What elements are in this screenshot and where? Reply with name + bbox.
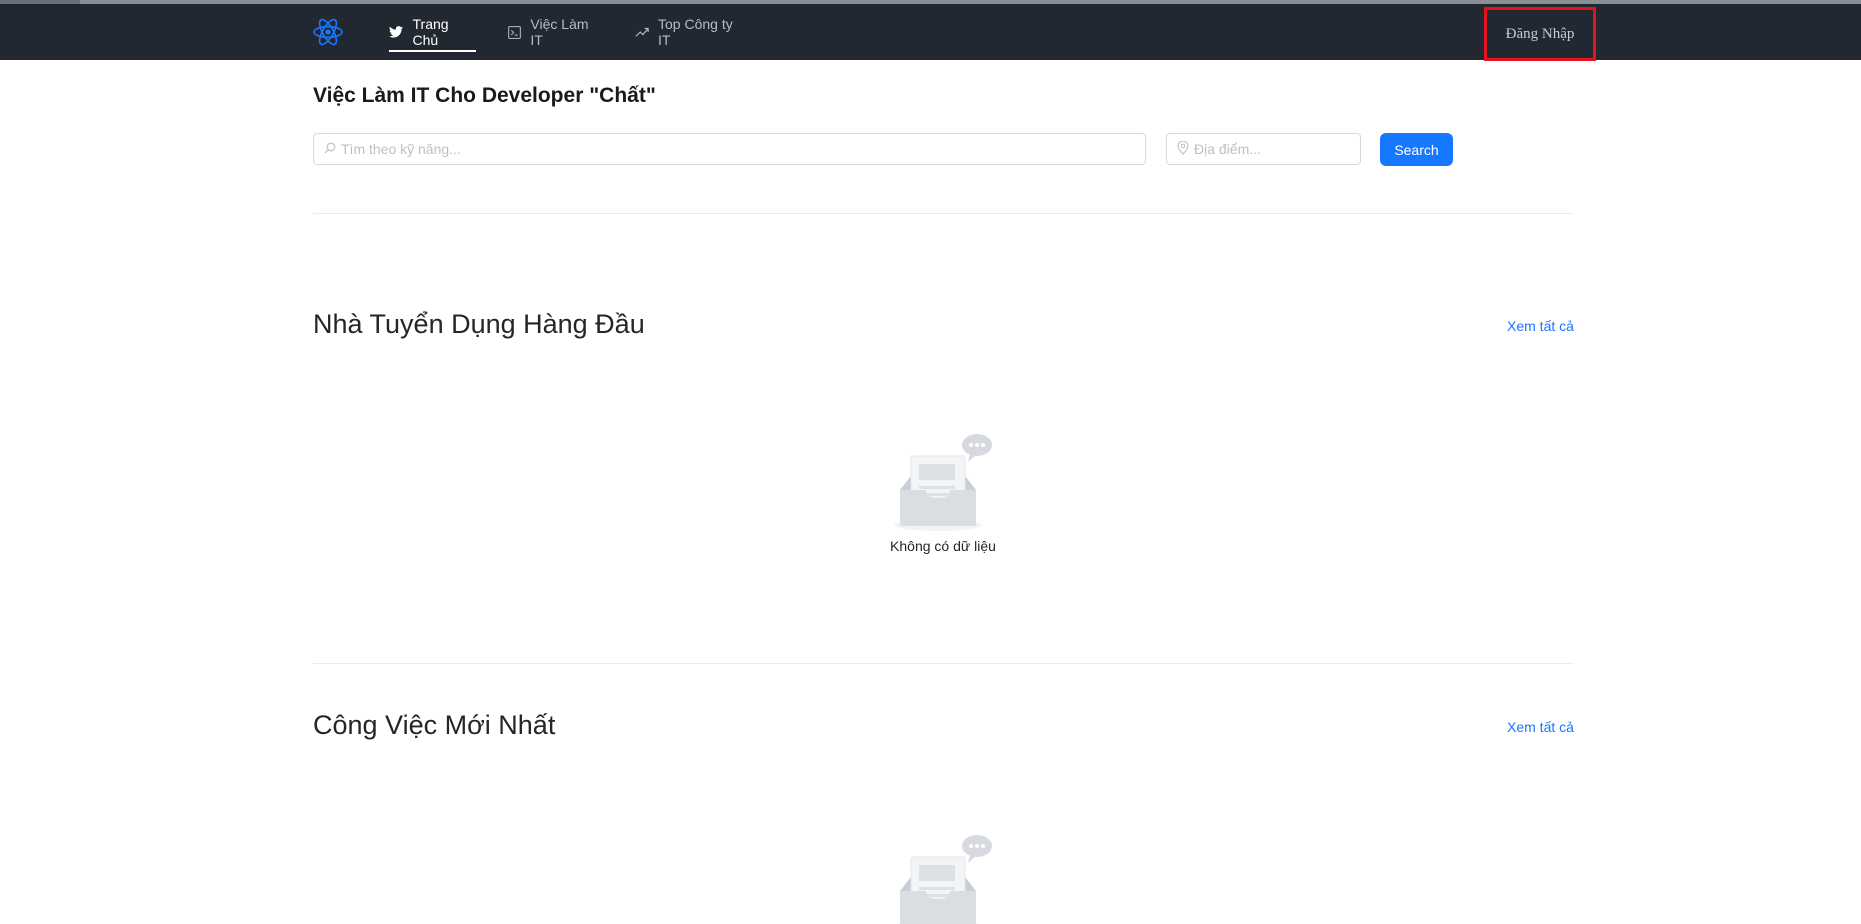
login-button[interactable]: Đăng Nhập bbox=[1484, 7, 1596, 61]
section-title-latest-jobs: Công Việc Mới Nhất bbox=[313, 710, 556, 740]
rise-icon bbox=[634, 25, 649, 40]
page-title: Việc Làm IT Cho Developer "Chất" bbox=[313, 84, 656, 107]
see-all-jobs-link[interactable]: Xem tất cả bbox=[1507, 719, 1574, 735]
location-input[interactable]: Địa điểm... bbox=[1166, 133, 1361, 165]
search-button[interactable]: Search bbox=[1380, 133, 1453, 166]
empty-inbox-icon bbox=[894, 434, 992, 531]
section-title-top-employers: Nhà Tuyển Dụng Hàng Đầu bbox=[313, 309, 645, 339]
react-atom-icon[interactable] bbox=[312, 16, 344, 48]
empty-inbox-icon bbox=[896, 835, 992, 924]
code-icon bbox=[507, 25, 521, 40]
skill-search-input[interactable]: Tìm theo kỹ năng... bbox=[313, 133, 1146, 165]
location-pin-icon bbox=[1177, 140, 1189, 158]
top-navbar: Trang Chủ Việc Làm IT Top Công ty IT Đăn… bbox=[0, 4, 1861, 61]
nav-home[interactable]: Trang Chủ bbox=[389, 4, 476, 60]
search-icon bbox=[324, 141, 336, 157]
location-placeholder: Địa điểm... bbox=[1194, 141, 1261, 157]
empty-state-employers: Không có dữ liệu bbox=[880, 432, 1006, 554]
empty-state-text: Không có dữ liệu bbox=[890, 538, 996, 554]
nav-top-companies-label: Top Công ty IT bbox=[658, 16, 733, 48]
empty-state-jobs bbox=[880, 833, 1006, 924]
nav-top-companies[interactable]: Top Công ty IT bbox=[634, 4, 749, 60]
nav-it-jobs-label: Việc Làm IT bbox=[530, 16, 589, 48]
divider bbox=[313, 663, 1574, 664]
nav-it-jobs[interactable]: Việc Làm IT bbox=[507, 4, 602, 60]
twitter-icon bbox=[389, 25, 404, 40]
skill-search-placeholder: Tìm theo kỹ năng... bbox=[341, 141, 461, 157]
divider bbox=[313, 213, 1574, 214]
nav-home-label: Trang Chủ bbox=[412, 16, 449, 48]
see-all-employers-link[interactable]: Xem tất cả bbox=[1507, 318, 1574, 334]
